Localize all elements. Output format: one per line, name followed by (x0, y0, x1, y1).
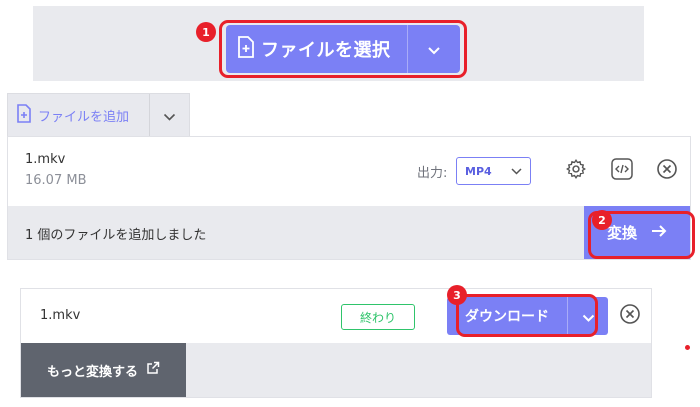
external-link-icon (146, 361, 160, 379)
close-icon (619, 303, 641, 329)
annotation-highlight-1 (219, 20, 467, 78)
file-size: 16.07 MB (25, 173, 87, 188)
chevron-down-icon (511, 165, 522, 178)
add-file-main[interactable]: ファイルを追加 (8, 94, 149, 136)
add-file-dropdown[interactable] (150, 94, 189, 136)
annotation-highlight-3 (456, 294, 598, 337)
convert-more-label: もっと変換する (46, 364, 138, 380)
convert-more-button[interactable]: もっと変換する (21, 343, 186, 397)
gear-icon (565, 158, 587, 184)
code-edit-icon (610, 157, 634, 185)
file-add-icon (16, 103, 32, 127)
chevron-down-icon (163, 106, 176, 125)
status-text: 1 個のファイルを追加しました (25, 228, 207, 243)
step-badge-2: 2 (592, 210, 612, 230)
edit-button[interactable] (610, 157, 634, 185)
add-file-button[interactable]: ファイルを追加 (7, 93, 190, 136)
file-name: 1.mkv (25, 152, 66, 167)
result-file-name: 1.mkv (40, 308, 81, 323)
status-badge: 終わり (341, 304, 415, 330)
output-label: 出力: (417, 166, 448, 181)
remove-file-button[interactable] (656, 158, 678, 184)
red-dot-mark (685, 345, 690, 350)
step-badge-1: 1 (196, 22, 216, 42)
settings-button[interactable] (565, 158, 587, 184)
format-value: MP4 (465, 164, 492, 178)
add-file-label: ファイルを追加 (38, 109, 130, 125)
close-icon (656, 158, 678, 184)
remove-result-button[interactable] (619, 303, 641, 329)
output-format-select[interactable]: MP4 (456, 157, 531, 185)
step-badge-3: 3 (447, 285, 467, 305)
